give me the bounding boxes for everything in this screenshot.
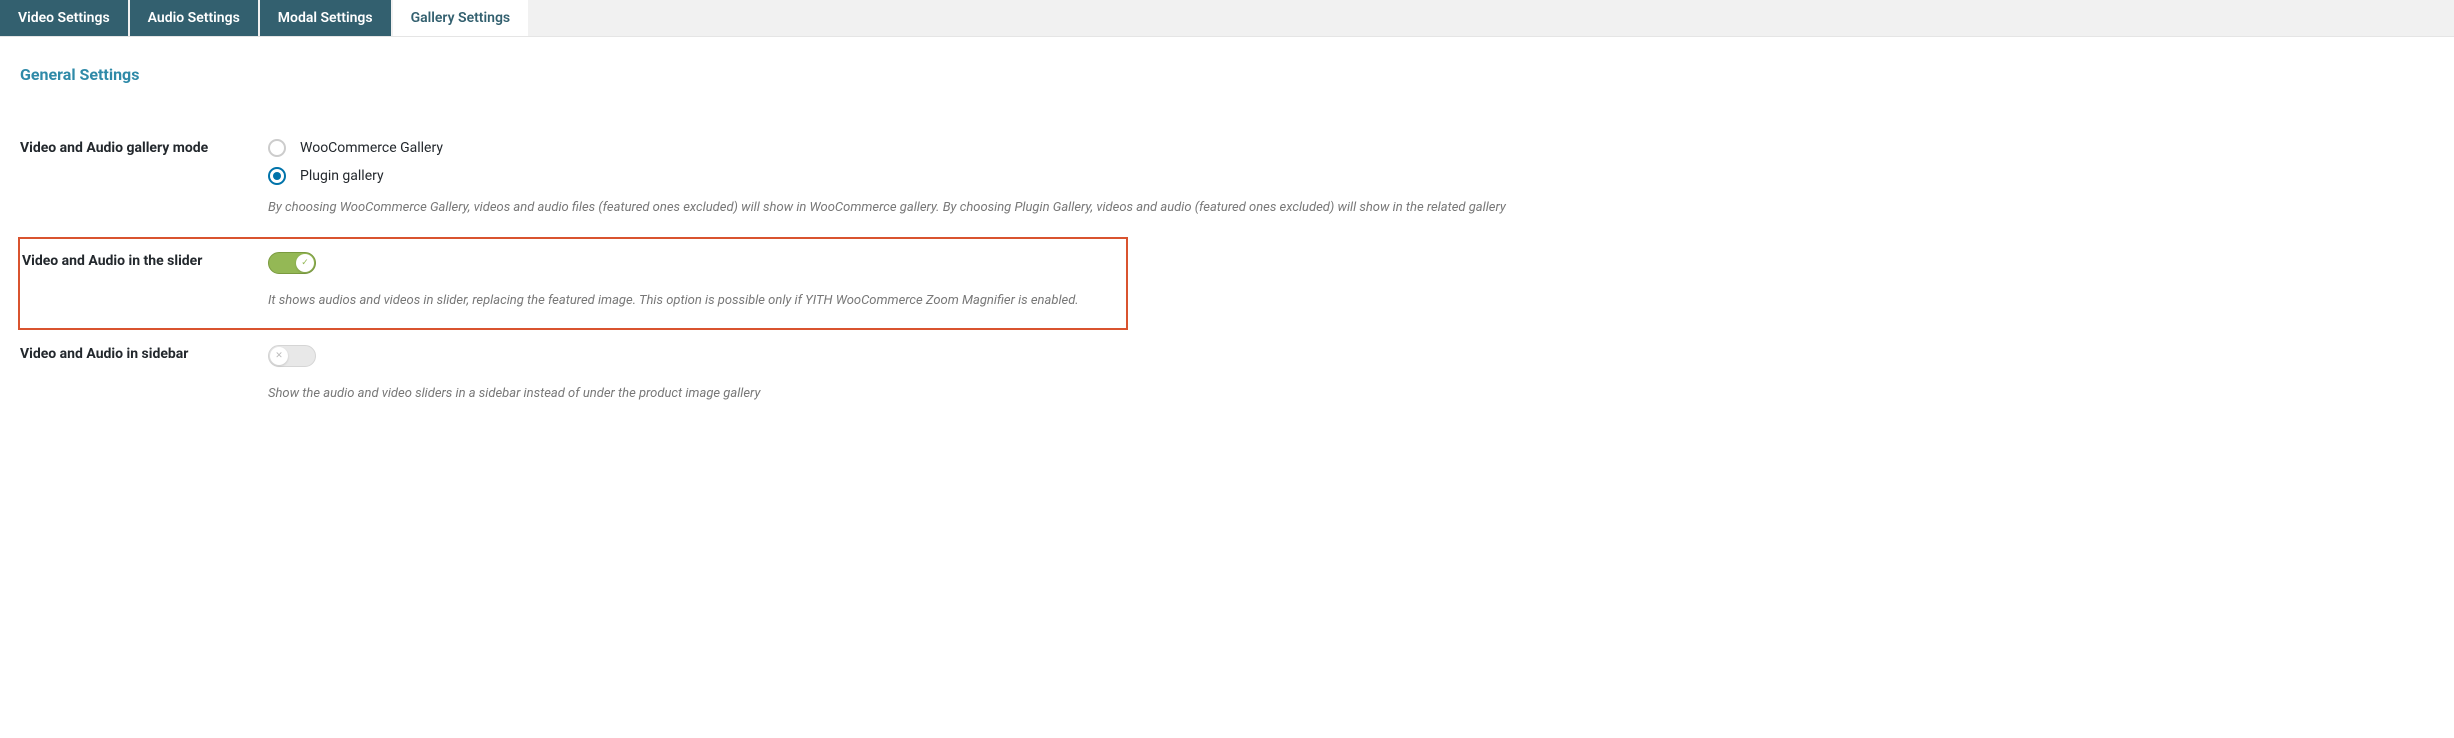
slider-description: It shows audios and videos in slider, re… xyxy=(268,292,1126,310)
gallery-mode-radio-group: WooCommerce Gallery Plugin gallery xyxy=(268,139,2434,185)
gallery-mode-control: WooCommerce Gallery Plugin gallery By ch… xyxy=(268,139,2434,217)
toggle-knob: ✕ xyxy=(270,347,288,365)
radio-label: Plugin gallery xyxy=(300,168,384,184)
x-icon: ✕ xyxy=(275,352,283,361)
setting-sidebar: Video and Audio in sidebar ✕ Show the au… xyxy=(20,330,2434,423)
tab-audio-settings[interactable]: Audio Settings xyxy=(130,0,260,36)
radio-icon xyxy=(268,167,286,185)
tab-modal-settings[interactable]: Modal Settings xyxy=(260,0,393,36)
check-icon: ✓ xyxy=(301,259,309,268)
sidebar-control: ✕ Show the audio and video sliders in a … xyxy=(268,345,2434,403)
setting-slider-highlighted: Video and Audio in the slider ✓ It shows… xyxy=(18,237,1128,330)
setting-gallery-mode: Video and Audio gallery mode WooCommerce… xyxy=(20,124,2434,237)
gallery-mode-description: By choosing WooCommerce Gallery, videos … xyxy=(268,199,2434,217)
tabs-bar: Video Settings Audio Settings Modal Sett… xyxy=(0,0,2454,37)
slider-control: ✓ It shows audios and videos in slider, … xyxy=(268,252,1126,310)
gallery-mode-label: Video and Audio gallery mode xyxy=(20,139,268,159)
sidebar-description: Show the audio and video sliders in a si… xyxy=(268,385,2434,403)
slider-label: Video and Audio in the slider xyxy=(20,252,268,272)
radio-icon xyxy=(268,139,286,157)
toggle-knob: ✓ xyxy=(296,254,314,272)
sidebar-label: Video and Audio in sidebar xyxy=(20,345,268,365)
settings-content: General Settings Video and Audio gallery… xyxy=(0,37,2454,444)
tab-video-settings[interactable]: Video Settings xyxy=(0,0,130,36)
section-title: General Settings xyxy=(20,65,2434,84)
tab-gallery-settings[interactable]: Gallery Settings xyxy=(393,0,531,36)
radio-label: WooCommerce Gallery xyxy=(300,140,443,156)
sidebar-toggle[interactable]: ✕ xyxy=(268,345,316,367)
slider-toggle[interactable]: ✓ xyxy=(268,252,316,274)
radio-woocommerce-gallery[interactable]: WooCommerce Gallery xyxy=(268,139,2434,157)
radio-plugin-gallery[interactable]: Plugin gallery xyxy=(268,167,2434,185)
